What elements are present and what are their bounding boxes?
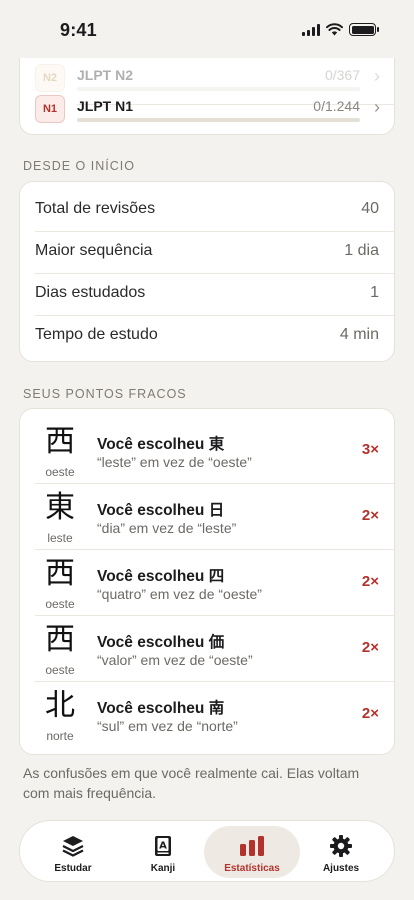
weak-point-kanji: 北 <box>45 688 75 723</box>
jlpt-level-name: JLPT N1 <box>77 98 134 114</box>
weak-point-title: Você escolheu 南 <box>97 700 225 717</box>
stat-label: Total de revisões <box>35 200 156 217</box>
stat-row: Tempo de estudo 4 min <box>20 315 394 357</box>
tab-label: Kanji <box>150 863 176 874</box>
weak-point-count: 2× <box>361 705 379 722</box>
weak-point-kanji: 東 <box>45 490 75 525</box>
weak-point-reading: norte <box>46 729 74 743</box>
book-icon: A <box>155 836 171 856</box>
divider <box>35 315 394 316</box>
tab-label: Estudar <box>54 863 92 874</box>
weak-point-subtitle: “sul” em vez de “norte” <box>97 718 238 734</box>
jlpt-level-count: 0/1.244 <box>313 98 360 114</box>
weak-point-row[interactable]: 西 oeste Você escolheu 価 “valor” em vez d… <box>20 615 394 681</box>
tab-label: Ajustes <box>322 863 360 874</box>
stat-value: 40 <box>361 200 379 217</box>
tab-kanji[interactable]: A Kanji <box>115 826 211 878</box>
weak-points-card: 西 oeste Você escolheu 東 “leste” em vez d… <box>19 408 395 755</box>
stat-label: Tempo de estudo <box>35 326 158 343</box>
weak-point-row[interactable]: 北 norte Você escolheu 南 “sul” em vez de … <box>20 681 394 747</box>
stat-value: 1 <box>370 284 379 301</box>
stat-value: 1 dia <box>344 242 379 259</box>
tab-settings[interactable]: Ajustes <box>293 826 389 878</box>
divider <box>35 231 394 232</box>
weak-point-title: Você escolheu 東 <box>97 436 225 453</box>
svg-text:A: A <box>159 841 167 852</box>
bar-chart-icon <box>240 836 264 856</box>
weak-point-count: 3× <box>361 441 379 458</box>
wifi-icon <box>326 23 343 36</box>
weak-point-reading: leste <box>47 531 73 545</box>
divider <box>35 615 394 616</box>
weak-point-title: Você escolheu 四 <box>97 568 225 585</box>
tab-statistics[interactable]: Estatísticas <box>204 826 300 878</box>
weak-point-title: Você escolheu 日 <box>97 502 225 519</box>
weak-point-subtitle: “quatro” em vez de “oeste” <box>97 586 262 602</box>
divider <box>35 681 394 682</box>
weak-point-reading: oeste <box>45 465 75 479</box>
status-icons <box>302 23 379 36</box>
chevron-right-icon: › <box>374 97 380 117</box>
jlpt-level-name: JLPT N2 <box>77 67 134 83</box>
divider <box>35 273 394 274</box>
layers-icon <box>62 836 84 857</box>
weak-point-count: 2× <box>361 573 379 590</box>
battery-icon <box>349 23 379 36</box>
section-label-since-start: DESDE O INÍCIO <box>23 159 135 173</box>
weak-point-count: 2× <box>361 507 379 524</box>
weak-point-subtitle: “valor” em vez de “oeste” <box>97 652 253 668</box>
jlpt-row-n1[interactable]: N1 JLPT N1 0/1.244 › <box>20 89 394 134</box>
weak-point-kanji: 西 <box>45 622 75 657</box>
stat-label: Maior sequência <box>35 242 153 259</box>
status-time: 9:41 <box>60 20 97 40</box>
weak-point-kanji: 西 <box>45 556 75 591</box>
gear-icon <box>330 835 352 857</box>
stat-row: Total de revisões 40 <box>20 189 394 231</box>
weak-point-row[interactable]: 東 leste Você escolheu 日 “dia” em vez de … <box>20 483 394 549</box>
weak-point-count: 2× <box>361 639 379 656</box>
section-label-weak-points: SEUS PONTOS FRACOS <box>23 387 187 401</box>
tab-study[interactable]: Estudar <box>25 826 121 878</box>
jlpt-badge: N1 <box>35 95 65 123</box>
cellular-signal-icon <box>302 23 320 36</box>
divider <box>35 549 394 550</box>
weak-point-row[interactable]: 西 oeste Você escolheu 四 “quatro” em vez … <box>20 549 394 615</box>
tab-label: Estatísticas <box>224 863 280 874</box>
weak-point-reading: oeste <box>45 663 75 677</box>
weak-point-row[interactable]: 西 oeste Você escolheu 東 “leste” em vez d… <box>20 417 394 483</box>
stat-value: 4 min <box>339 326 379 343</box>
weak-point-reading: oeste <box>45 597 75 611</box>
jlpt-progress-bar <box>77 118 360 122</box>
weak-point-subtitle: “leste” em vez de “oeste” <box>97 454 252 470</box>
weak-point-subtitle: “dia” em vez de “leste” <box>97 520 237 536</box>
stat-row: Maior sequência 1 dia <box>20 231 394 273</box>
weak-points-footnote: As confusões em que você realmente cai. … <box>23 765 360 801</box>
chevron-right-icon: › <box>374 66 380 86</box>
stat-row: Dias estudados 1 <box>20 273 394 315</box>
weak-point-title: Você escolheu 価 <box>97 634 225 651</box>
divider <box>35 483 394 484</box>
since-start-card: Total de revisões 40 Maior sequência 1 d… <box>19 181 395 362</box>
stat-label: Dias estudados <box>35 284 146 301</box>
status-bar: 9:41 <box>0 0 414 58</box>
jlpt-badge: N2 <box>35 64 65 92</box>
tab-bar: Estudar A Kanji Estatísticas Ajustes <box>19 820 395 882</box>
weak-point-kanji: 西 <box>45 424 75 459</box>
jlpt-level-count: 0/367 <box>324 67 360 83</box>
